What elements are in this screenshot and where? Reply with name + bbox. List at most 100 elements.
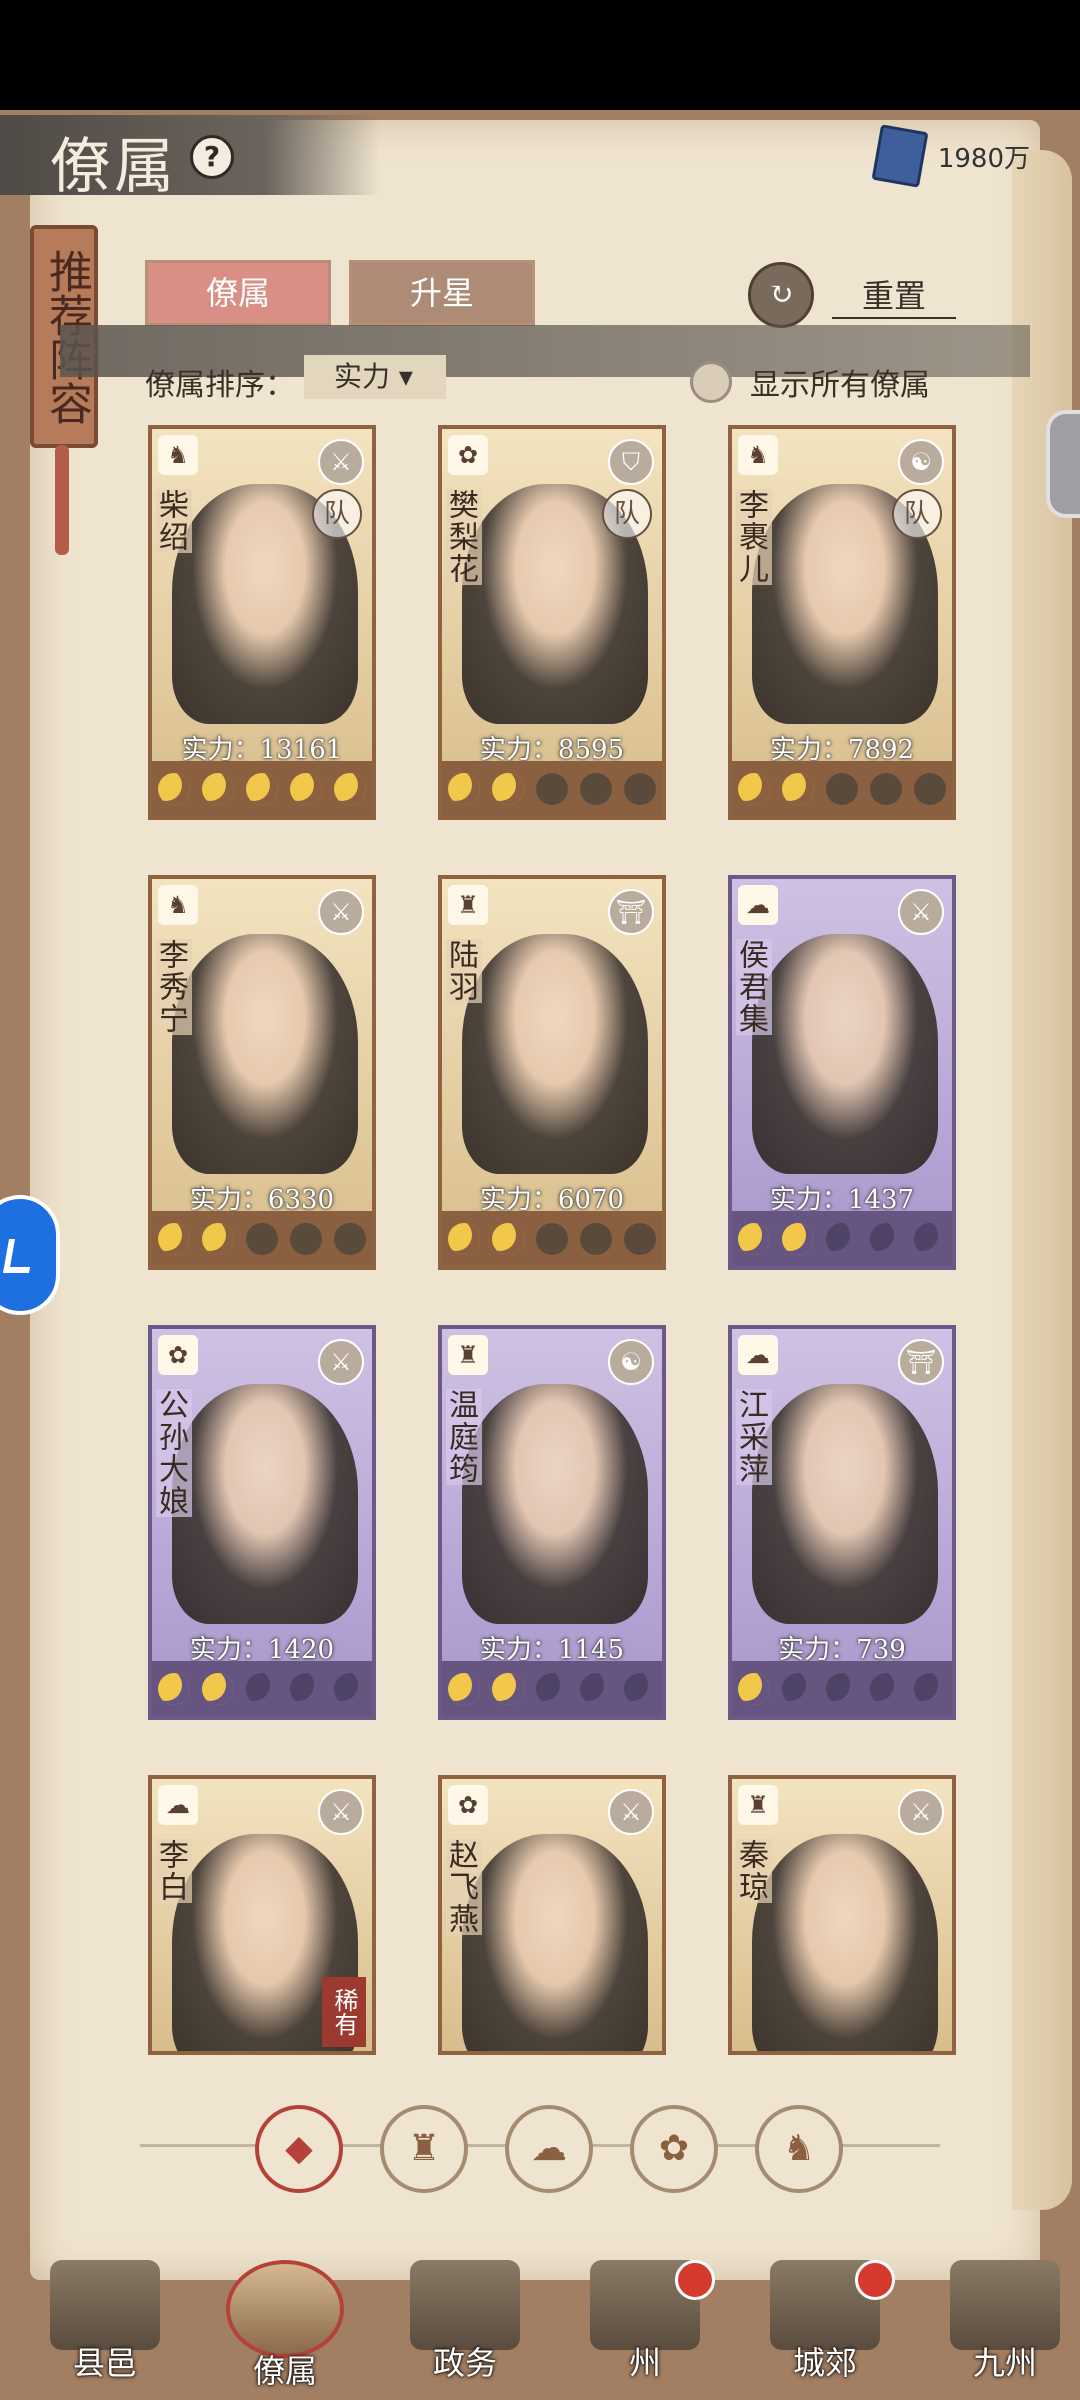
character-portrait	[752, 934, 938, 1174]
faction-icon: ⚔	[318, 439, 364, 485]
retainer-card[interactable]: ♜ ☯ 温庭筠 实力：1145	[438, 1325, 666, 1720]
character-name: 温庭筠	[443, 1389, 482, 1485]
faction-icon: ⚔	[898, 1789, 944, 1835]
moon-star-filled-icon	[202, 772, 234, 805]
retainer-card[interactable]: ✿ ⛉ 樊梨花队实力：8595	[438, 425, 666, 820]
retainer-card[interactable]: ♞ ⚔ 柴绍队实力：13161	[148, 425, 376, 820]
moon-star-filled-icon	[448, 772, 480, 805]
tab-star-upgrade[interactable]: 升星	[349, 260, 535, 326]
filter-button[interactable]: ♞	[755, 2105, 843, 2193]
bottom-navigation: 县邑 僚属 政务 州 城郊 九州	[0, 2250, 1080, 2400]
moon-star-filled-icon	[782, 1222, 814, 1255]
faction-icon: ⚔	[318, 889, 364, 935]
character-name: 李秀宁	[153, 939, 192, 1035]
faction-icon: ⚔	[898, 889, 944, 935]
retainer-card[interactable]: ♜ ⛩ 陆羽 实力：6070	[438, 875, 666, 1270]
moon-star-empty-icon	[624, 772, 656, 805]
nav-item[interactable]: 城郊	[740, 2250, 910, 2400]
team-badge: 队	[892, 489, 942, 539]
type-icon: ♜	[448, 885, 488, 925]
star-rating	[442, 1661, 662, 1716]
retainer-card[interactable]: ♞ ⚔ 李秀宁 实力：6330	[148, 875, 376, 1270]
right-edge-handle[interactable]	[1046, 410, 1080, 518]
star-rating	[442, 761, 662, 816]
moon-star-empty-icon	[290, 1672, 322, 1705]
moon-star-empty-icon	[914, 1672, 946, 1705]
type-icon: ☁	[738, 885, 778, 925]
faction-icon: ⚔	[608, 1789, 654, 1835]
reset-icon: ↻	[748, 262, 814, 328]
type-icon: ♞	[738, 435, 778, 475]
sort-dropdown[interactable]: 实力 ▾	[304, 355, 446, 399]
moon-star-empty-icon	[334, 1222, 366, 1255]
rarity-badge: 稀有	[322, 1977, 366, 2047]
nav-item[interactable]: 僚属	[200, 2250, 370, 2400]
moon-star-empty-icon	[334, 1672, 366, 1705]
star-rating	[732, 1211, 952, 1266]
character-name: 陆羽	[443, 939, 482, 1003]
show-all-checkbox[interactable]	[690, 361, 732, 403]
character-portrait	[172, 1384, 358, 1624]
type-icon: ♜	[738, 1785, 778, 1825]
moon-star-empty-icon	[536, 1672, 568, 1705]
character-name: 江采萍	[733, 1389, 772, 1485]
nav-item[interactable]: 县邑	[20, 2250, 190, 2400]
character-name: 李白	[153, 1839, 192, 1903]
filter-button[interactable]: ☁	[505, 2105, 593, 2193]
nav-label: 县邑	[72, 2344, 137, 2382]
nav-label: 政务	[432, 2344, 497, 2382]
show-all-toggle[interactable]: 显示所有僚属	[690, 360, 930, 404]
nav-building-icon	[950, 2260, 1060, 2350]
character-portrait	[752, 1834, 938, 2051]
character-name: 赵飞燕	[443, 1839, 482, 1935]
star-rating	[732, 1661, 952, 1716]
type-icon: ✿	[448, 435, 488, 475]
moon-star-empty-icon	[580, 1222, 612, 1255]
moon-star-empty-icon	[782, 1672, 814, 1705]
moon-star-filled-icon	[492, 772, 524, 805]
nav-item[interactable]: 州	[560, 2250, 730, 2400]
character-portrait	[462, 1384, 648, 1624]
character-name: 柴绍	[153, 489, 192, 553]
moon-star-filled-icon	[334, 772, 366, 805]
nav-label: 僚属	[252, 2352, 317, 2390]
filter-button[interactable]: ✿	[630, 2105, 718, 2193]
star-rating	[732, 761, 952, 816]
faction-icon: ☯	[608, 1339, 654, 1385]
moon-star-filled-icon	[492, 1222, 524, 1255]
nav-item[interactable]: 政务	[380, 2250, 550, 2400]
moon-star-empty-icon	[870, 772, 902, 805]
status-bar-area	[0, 0, 1080, 110]
retainer-card[interactable]: ☁ ⛩ 江采萍 实力：739	[728, 1325, 956, 1720]
faction-icon: ⛩	[898, 1339, 944, 1385]
retainer-card[interactable]: ♜ ⚔ 秦琼	[728, 1775, 956, 2055]
retainer-card[interactable]: ☁ ⚔ 侯君集 实力：1437	[728, 875, 956, 1270]
team-badge: 队	[312, 489, 362, 539]
nav-item[interactable]: 九州	[920, 2250, 1080, 2400]
filter-button[interactable]: ♜	[380, 2105, 468, 2193]
retainer-card[interactable]: ✿ ⚔ 公孙大娘 实力：1420	[148, 1325, 376, 1720]
moon-star-empty-icon	[826, 1672, 858, 1705]
reset-button[interactable]: ↻ 重置	[748, 262, 957, 328]
notification-badge	[675, 2260, 715, 2300]
moon-star-empty-icon	[870, 1672, 902, 1705]
nav-label: 州	[628, 2344, 661, 2382]
retainer-card[interactable]: ☁ ⚔ 李白 稀有	[148, 1775, 376, 2055]
moon-star-empty-icon	[246, 1222, 278, 1255]
tab-retainers[interactable]: 僚属	[145, 260, 331, 326]
retainer-card[interactable]: ✿ ⚔ 赵飞燕	[438, 1775, 666, 2055]
moon-star-filled-icon	[448, 1222, 480, 1255]
help-icon[interactable]: ?	[190, 135, 234, 179]
filter-button[interactable]: ◆	[255, 2105, 343, 2193]
nav-building-icon	[50, 2260, 160, 2350]
floating-assistant-button[interactable]	[0, 1195, 60, 1315]
retainer-card[interactable]: ♞ ☯ 李裹儿队实力：7892	[728, 425, 956, 820]
faction-icon: ☯	[898, 439, 944, 485]
show-all-label: 显示所有僚属	[750, 368, 930, 403]
moon-star-filled-icon	[738, 772, 770, 805]
moon-star-empty-icon	[870, 1222, 902, 1255]
tab-bar: 僚属 升星	[145, 260, 535, 326]
moon-star-filled-icon	[492, 1672, 524, 1705]
moon-star-empty-icon	[914, 1222, 946, 1255]
star-rating	[442, 1211, 662, 1266]
